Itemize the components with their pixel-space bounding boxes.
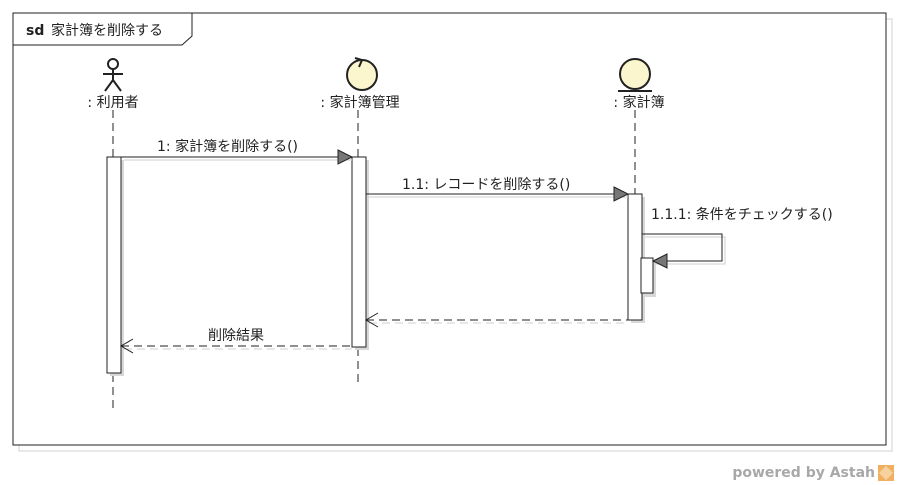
return-label: 削除結果 [208, 328, 264, 344]
lifeline-manager-label: : 家計簿管理 [320, 94, 399, 111]
message-1-1-label: 1.1: レコードを削除する() [402, 177, 570, 193]
frame-title: 家計簿を削除する [51, 22, 163, 39]
activation-book-nested [640, 257, 654, 294]
message-1-label: 1: 家計簿を削除する() [157, 138, 298, 155]
activation-manager [351, 156, 367, 348]
watermark-text: powered by Astah [732, 465, 875, 481]
astah-logo-icon [878, 465, 894, 481]
message-1-1-1-label: 1.1.1: 条件をチェックする() [651, 206, 833, 223]
sequence-frame: sd 家計簿を削除する [12, 12, 893, 452]
sequence-diagram: sd 家計簿を削除する : 利用者 : 家計簿管理: 家計簿 1: 家計簿を削… [12, 12, 893, 452]
activation-user [106, 156, 122, 374]
lifeline-book-label: : 家計簿 [613, 94, 664, 111]
astah-watermark: powered by Astah [732, 465, 894, 481]
lifeline-user-label: : 利用者 [87, 95, 138, 111]
frame-keyword: sd [26, 23, 44, 39]
activation-book [627, 193, 643, 321]
